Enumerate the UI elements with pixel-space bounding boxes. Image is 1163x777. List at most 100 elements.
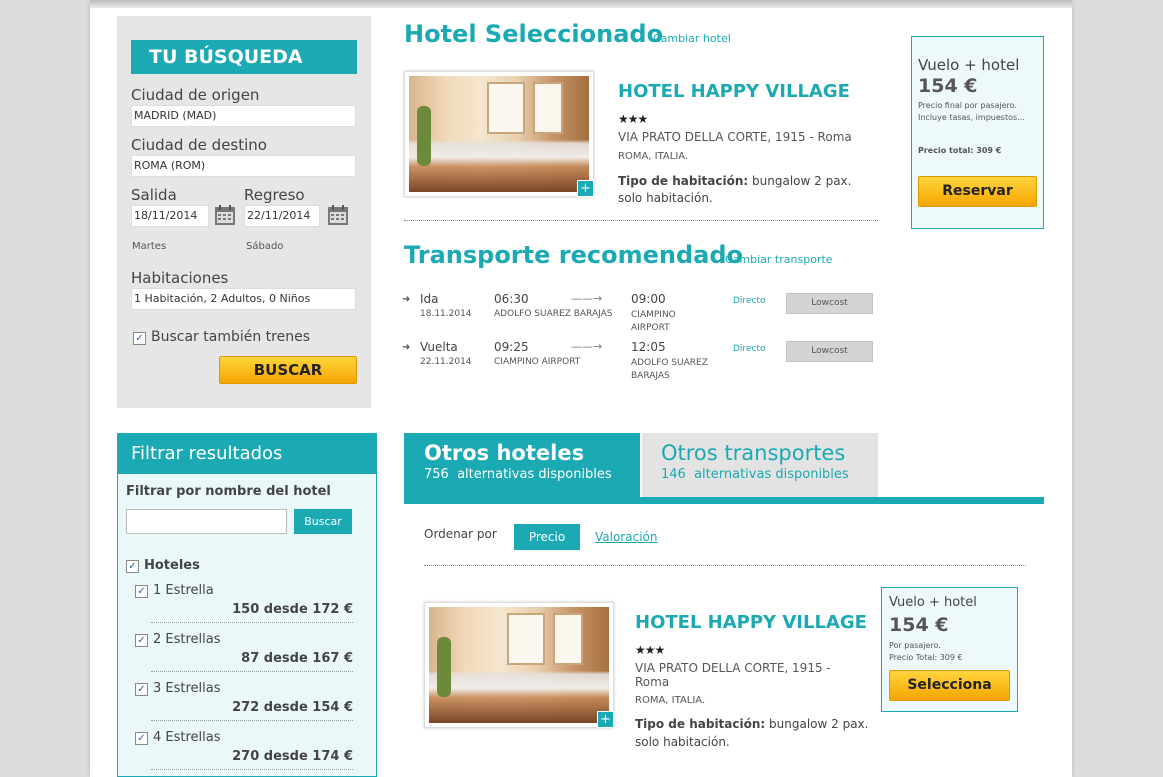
result-price-title: Vuelo + hotel <box>889 595 977 610</box>
rooms-label: Habitaciones <box>131 269 229 287</box>
result-address: Roma <box>635 675 670 689</box>
change-hotel-link[interactable]: Cambiar hotel <box>653 32 731 45</box>
star-filter-row: ✓ 3 Estrellas 272 desde 154 € <box>135 677 353 727</box>
room-type-label: Tipo de habitación: <box>635 717 766 731</box>
divider <box>151 671 353 672</box>
leg-dep-time: 06:30 <box>494 292 529 306</box>
tab-subtitle: 756 alternativas disponibles <box>424 467 612 482</box>
departure-label: Salida <box>131 186 177 204</box>
hotel-name[interactable]: HOTEL HAPPY VILLAGE <box>618 81 850 102</box>
hotel-stars: ★★★ <box>618 112 648 126</box>
tab-subtitle: 146 alternativas disponibles <box>661 467 849 482</box>
top-bar <box>90 0 1072 8</box>
hotel-address: VIA PRATO DELLA CORTE, 1915 - Roma <box>618 130 852 144</box>
leg-arr-airport: ADOLFO SUAREZ BARAJAS <box>631 358 708 381</box>
leg-date: 22.11.2014 <box>420 357 472 367</box>
divider <box>151 769 353 770</box>
calendar-icon[interactable] <box>214 204 236 226</box>
page-container: TU BÚSQUEDA Ciudad de origen MADRID (MAD… <box>90 0 1072 777</box>
return-date-field[interactable]: 22/11/2014 <box>244 205 320 227</box>
book-button[interactable]: Reservar <box>918 176 1037 207</box>
star-label: 4 Estrellas <box>153 730 221 745</box>
transport-heading: Transporte recomendado <box>404 241 743 269</box>
search-button[interactable]: BUSCAR <box>219 356 357 384</box>
expand-photo-icon[interactable]: + <box>577 180 594 197</box>
origin-label: Ciudad de origen <box>131 86 260 104</box>
leg-dep-airport: CIAMPINO AIRPORT <box>494 357 581 367</box>
star-checkbox[interactable]: ✓ <box>135 732 148 745</box>
result-room-type: Tipo de habitación: bungalow 2 pax. <box>635 717 868 731</box>
filter-name-label: Filtrar por nombre del hotel <box>126 484 331 499</box>
hotel-photo[interactable]: + <box>404 71 594 197</box>
star-label: 2 Estrellas <box>153 632 221 647</box>
star-label: 1 Estrella <box>153 583 214 598</box>
result-address: VIA PRATO DELLA CORTE, 1915 - <box>635 661 831 675</box>
filter-panel: Filtrar resultados Filtrar por nombre de… <box>117 433 377 777</box>
divider <box>424 565 1026 566</box>
star-filter-row: ✓ 2 Estrellas 87 desde 167 € <box>135 628 353 678</box>
leg-fare[interactable]: Lowcost <box>786 293 873 314</box>
leg-dep-airport: ADOLFO SUAREZ BARAJAS <box>494 309 613 319</box>
price-title: Vuelo + hotel <box>918 56 1020 74</box>
result-city: ROMA, ITALIA. <box>635 695 706 706</box>
tab-other-hotels[interactable]: Otros hoteles 756 alternativas disponibl… <box>404 433 640 497</box>
expand-photo-icon[interactable]: + <box>597 711 614 728</box>
tab-underline <box>404 497 1044 504</box>
price-value: 154 € <box>918 75 978 97</box>
select-button[interactable]: Selecciona <box>889 670 1010 701</box>
star-count: 272 desde 154 € <box>232 700 353 715</box>
result-price-box: Vuelo + hotel 154 € Por pasajero. Precio… <box>881 587 1018 712</box>
filter-title: Filtrar resultados <box>118 434 376 474</box>
long-arrow-icon: ——→ <box>571 340 603 353</box>
origin-field[interactable]: MADRID (MAD) <box>131 105 356 127</box>
tab-other-transports[interactable]: Otros transportes 146 alternativas dispo… <box>642 433 878 497</box>
tab-sub: alternativas disponibles <box>457 467 612 482</box>
leg-arr-time: 09:00 <box>631 292 666 306</box>
star-checkbox[interactable]: ✓ <box>135 634 148 647</box>
filter-search-button[interactable]: Buscar <box>294 509 352 534</box>
star-checkbox[interactable]: ✓ <box>135 585 148 598</box>
hotel-name-input[interactable] <box>126 509 287 534</box>
leg-fare[interactable]: Lowcost <box>786 341 873 362</box>
leg-type: Directo <box>733 296 766 306</box>
result-per-person: Por pasajero. <box>889 641 941 650</box>
star-filter-row: ✓ 1 Estrella 150 desde 172 € <box>135 579 353 629</box>
star-count: 150 desde 172 € <box>232 602 353 617</box>
leg-direction: Vuelta <box>420 340 458 354</box>
result-hotel-name[interactable]: HOTEL HAPPY VILLAGE <box>635 612 867 633</box>
selected-hotel-heading: Hotel Seleccionado <box>404 20 664 48</box>
star-filter-row: ✓ 4 Estrellas 270 desde 174 € <box>135 726 353 776</box>
hotels-label: Hoteles <box>144 558 200 573</box>
arrow-right-icon: ➜ <box>402 294 411 305</box>
long-arrow-icon: ——→ <box>571 292 603 305</box>
leg-direction: Ida <box>420 292 439 306</box>
star-label: 3 Estrellas <box>153 681 221 696</box>
departure-date-field[interactable]: 18/11/2014 <box>131 205 209 227</box>
star-checkbox[interactable]: ✓ <box>135 683 148 696</box>
change-transport-link[interactable]: Cambiar transporte <box>725 253 833 266</box>
sort-price-button[interactable]: Precio <box>514 524 580 550</box>
calendar-icon[interactable] <box>327 204 349 226</box>
tab-count: 756 <box>424 467 449 482</box>
tab-count: 146 <box>661 467 686 482</box>
trains-checkbox[interactable]: ✓ <box>133 332 146 345</box>
result-price: 154 € <box>889 614 949 636</box>
tab-title: Otros transportes <box>661 441 846 465</box>
divider <box>404 220 878 221</box>
leg-arr-time: 12:05 <box>631 340 666 354</box>
sort-label: Ordenar por <box>424 527 497 541</box>
return-label: Regreso <box>244 186 305 204</box>
hotel-city: ROMA, ITALIA. <box>618 151 689 162</box>
search-title: TU BÚSQUEDA <box>131 40 357 74</box>
transport-leg: ➜ Vuelta 22.11.2014 09:25 CIAMPINO AIRPO… <box>402 340 882 386</box>
result-hotel-photo[interactable]: + <box>424 602 614 728</box>
price-box: Vuelo + hotel 154 € Precio final por pas… <box>911 36 1044 229</box>
departure-day: Martes <box>132 241 167 252</box>
destination-field[interactable]: ROMA (ROM) <box>131 155 356 177</box>
trains-label: Buscar también trenes <box>151 329 311 345</box>
hotels-checkbox[interactable]: ✓ <box>126 560 139 573</box>
rooms-field[interactable]: 1 Habitación, 2 Adultos, 0 Niños <box>131 288 356 310</box>
sort-rating-link[interactable]: Valoración <box>595 530 657 544</box>
leg-dep-time: 09:25 <box>494 340 529 354</box>
result-hotel-stars: ★★★ <box>635 643 665 657</box>
